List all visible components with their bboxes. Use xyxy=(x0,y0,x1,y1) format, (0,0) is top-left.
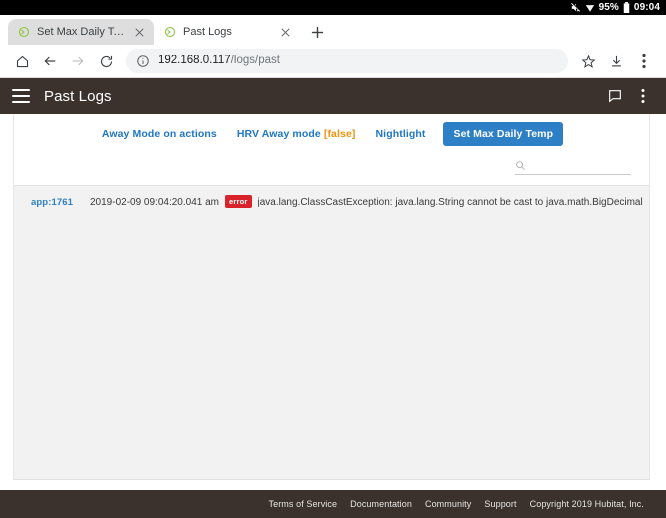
filter-away-mode-on-actions[interactable]: Away Mode on actions xyxy=(100,125,219,143)
browser-tab-title: Past Logs xyxy=(183,26,232,38)
address-bar-url: 192.168.0.117/logs/past xyxy=(158,55,280,67)
search-input[interactable] xyxy=(531,160,631,171)
kebab-menu-icon[interactable] xyxy=(632,85,654,107)
filter-flag-value: [false] xyxy=(323,128,356,140)
filter-nightlight[interactable]: Nightlight xyxy=(374,125,428,143)
browser-tab-past-logs[interactable]: Past Logs xyxy=(154,19,300,45)
filter-label: HRV Away mode xyxy=(236,128,321,140)
url-path: /logs/past xyxy=(230,55,280,67)
battery-percent-label: 95% xyxy=(598,1,619,13)
page-title: Past Logs xyxy=(44,87,112,105)
site-footer: Terms of Service Documentation Community… xyxy=(0,490,666,518)
browser-tab-set-max-daily-temp[interactable]: Set Max Daily Temp xyxy=(8,19,154,45)
back-arrow-icon[interactable] xyxy=(36,47,64,75)
chat-bubble-icon[interactable] xyxy=(604,85,626,107)
mute-icon xyxy=(570,2,581,13)
star-icon[interactable] xyxy=(574,47,602,75)
footer-link-community[interactable]: Community xyxy=(425,499,471,509)
status-bar-clock: 09:04 xyxy=(633,1,660,13)
url-host: 192.168.0.117 xyxy=(158,55,231,67)
battery-icon xyxy=(623,2,630,13)
status-bar-icons: 95% 09:04 xyxy=(570,2,660,13)
page-content: Away Mode on actions HRV Away mode [fals… xyxy=(0,114,666,480)
download-icon[interactable] xyxy=(602,47,630,75)
footer-link-support[interactable]: Support xyxy=(484,499,516,509)
home-icon[interactable] xyxy=(8,47,36,75)
log-list[interactable]: app:1761 2019-02-09 09:04:20.041 am erro… xyxy=(14,185,649,479)
footer-link-documentation[interactable]: Documentation xyxy=(350,499,412,509)
forward-arrow-icon xyxy=(64,47,92,75)
filter-set-max-daily-temp[interactable]: Set Max Daily Temp xyxy=(443,122,564,146)
wifi-signal-icon xyxy=(585,3,595,13)
kebab-menu-icon[interactable] xyxy=(630,47,658,75)
hubitat-favicon-icon xyxy=(164,26,176,38)
search-box[interactable] xyxy=(515,160,631,175)
table-row[interactable]: app:1761 2019-02-09 09:04:20.041 am erro… xyxy=(14,194,649,211)
browser-tab-strip: Set Max Daily Temp Past Logs xyxy=(0,15,666,45)
log-timestamp: 2019-02-09 09:04:20.041 am xyxy=(90,197,219,208)
hamburger-menu-icon[interactable] xyxy=(12,89,30,103)
browser-tab-title: Set Max Daily Temp xyxy=(37,26,128,38)
address-bar[interactable]: 192.168.0.117/logs/past xyxy=(126,49,568,73)
search-row xyxy=(14,152,649,185)
new-tab-button[interactable] xyxy=(304,19,330,45)
app-filter-row: Away Mode on actions HRV Away mode [fals… xyxy=(14,114,649,152)
close-icon[interactable] xyxy=(279,26,292,39)
search-icon xyxy=(515,160,526,171)
status-badge: error xyxy=(225,195,252,208)
footer-copyright: Copyright 2019 Hubitat, Inc. xyxy=(529,499,644,509)
hubitat-favicon-icon xyxy=(18,26,30,38)
footer-link-terms-of-service[interactable]: Terms of Service xyxy=(269,499,338,509)
reload-icon[interactable] xyxy=(92,47,120,75)
filter-hrv-away-mode[interactable]: HRV Away mode [false] xyxy=(235,125,358,143)
app-header: Past Logs xyxy=(0,78,666,114)
logs-panel: Away Mode on actions HRV Away mode [fals… xyxy=(13,114,650,480)
site-info-icon[interactable] xyxy=(136,54,150,68)
android-status-bar: 95% 09:04 xyxy=(0,0,666,15)
browser-toolbar: 192.168.0.117/logs/past xyxy=(0,45,666,78)
close-icon[interactable] xyxy=(133,26,146,39)
footer-spacer xyxy=(0,480,666,490)
log-message: java.lang.ClassCastException: java.lang.… xyxy=(257,197,645,208)
log-source-label[interactable]: app:1761 xyxy=(14,197,90,208)
